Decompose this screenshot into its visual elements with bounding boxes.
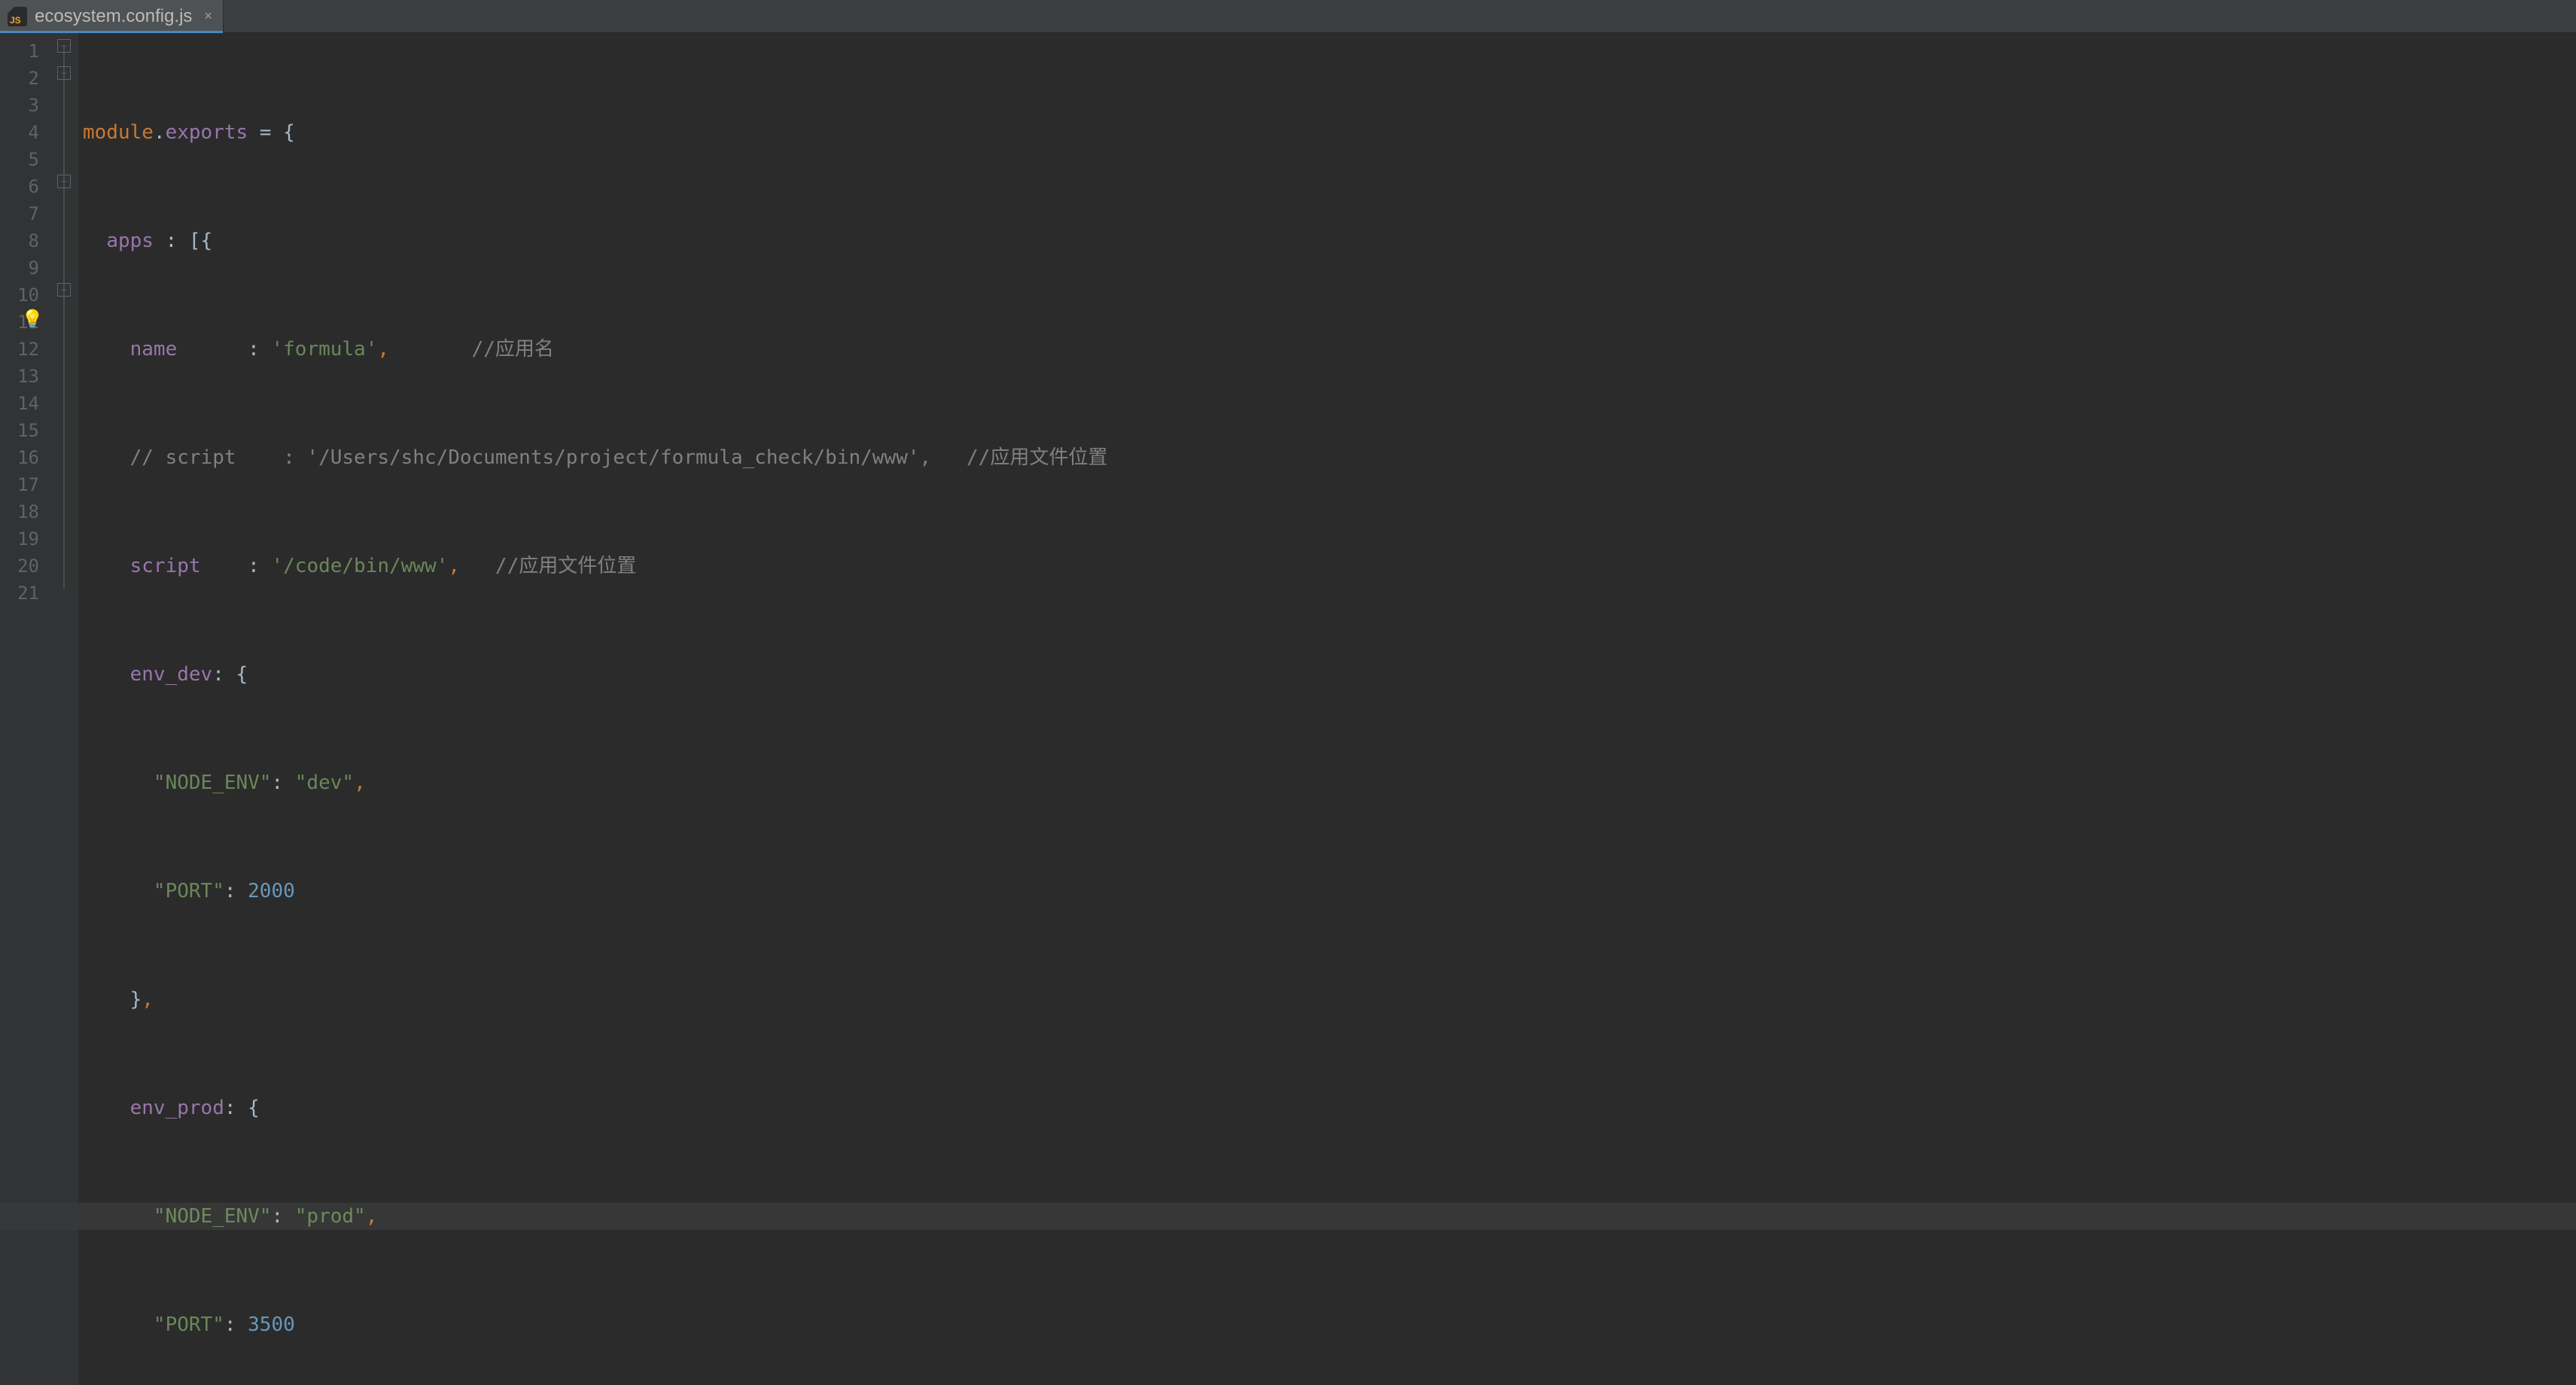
code-line[interactable]: script : '/code/bin/www', //应用文件位置 [78,552,2576,580]
close-icon[interactable]: × [199,8,212,24]
line-number: 6 [0,173,39,200]
fold-toggle-icon[interactable]: − [57,175,71,188]
code-line[interactable]: "PORT": 3500 [78,1311,2576,1338]
line-number: 12 [0,336,39,363]
line-number: 17 [0,471,39,498]
code-line[interactable]: env_dev: { [78,661,2576,688]
js-file-icon: JS [8,7,27,26]
line-number-gutter: 1 2 3 4 5 6 7 8 9 10 11 12 13 14 15 16 1… [0,33,53,1385]
code-line[interactable]: // script : '/Users/shc/Documents/projec… [78,444,2576,471]
line-number: 16 [0,444,39,471]
code-area[interactable]: module.exports = { apps : [{ name : 'for… [78,33,2576,1385]
line-number: 1 [0,38,39,65]
tab-ecosystem-config[interactable]: JS ecosystem.config.js × [0,0,224,32]
line-number: 8 [0,227,39,254]
code-line[interactable]: env_prod: { [78,1094,2576,1122]
line-number: 19 [0,525,39,552]
code-line[interactable]: "NODE_ENV": "prod", [78,1203,2576,1230]
tab-bar: JS ecosystem.config.js × [0,0,2576,33]
fold-gutter: − − − − 💡 [53,33,78,1385]
code-line[interactable]: name : 'formula', //应用名 [78,336,2576,363]
code-line[interactable]: }, [78,986,2576,1013]
code-line[interactable]: "NODE_ENV": "dev", [78,769,2576,796]
tab-filename: ecosystem.config.js [35,6,192,27]
line-number: 4 [0,119,39,146]
line-number: 9 [0,254,39,282]
code-editor[interactable]: 1 2 3 4 5 6 7 8 9 10 11 12 13 14 15 16 1… [0,33,2576,1385]
code-line[interactable]: apps : [{ [78,227,2576,254]
code-line[interactable]: module.exports = { [78,119,2576,146]
fold-toggle-icon[interactable]: − [57,283,71,297]
line-number: 10 [0,282,39,309]
line-number: 14 [0,390,39,417]
line-number: 3 [0,92,39,119]
line-number: 5 [0,146,39,173]
intention-bulb-icon[interactable]: 💡 [21,309,42,330]
line-number: 13 [0,363,39,390]
line-number: 21 [0,580,39,607]
line-number: 7 [0,200,39,227]
code-line[interactable]: "PORT": 2000 [78,878,2576,905]
line-number: 2 [0,65,39,92]
line-number: 20 [0,552,39,580]
line-number: 18 [0,498,39,525]
fold-toggle-icon[interactable]: − [57,66,71,80]
line-number: 15 [0,417,39,444]
fold-toggle-icon[interactable]: − [57,39,71,53]
